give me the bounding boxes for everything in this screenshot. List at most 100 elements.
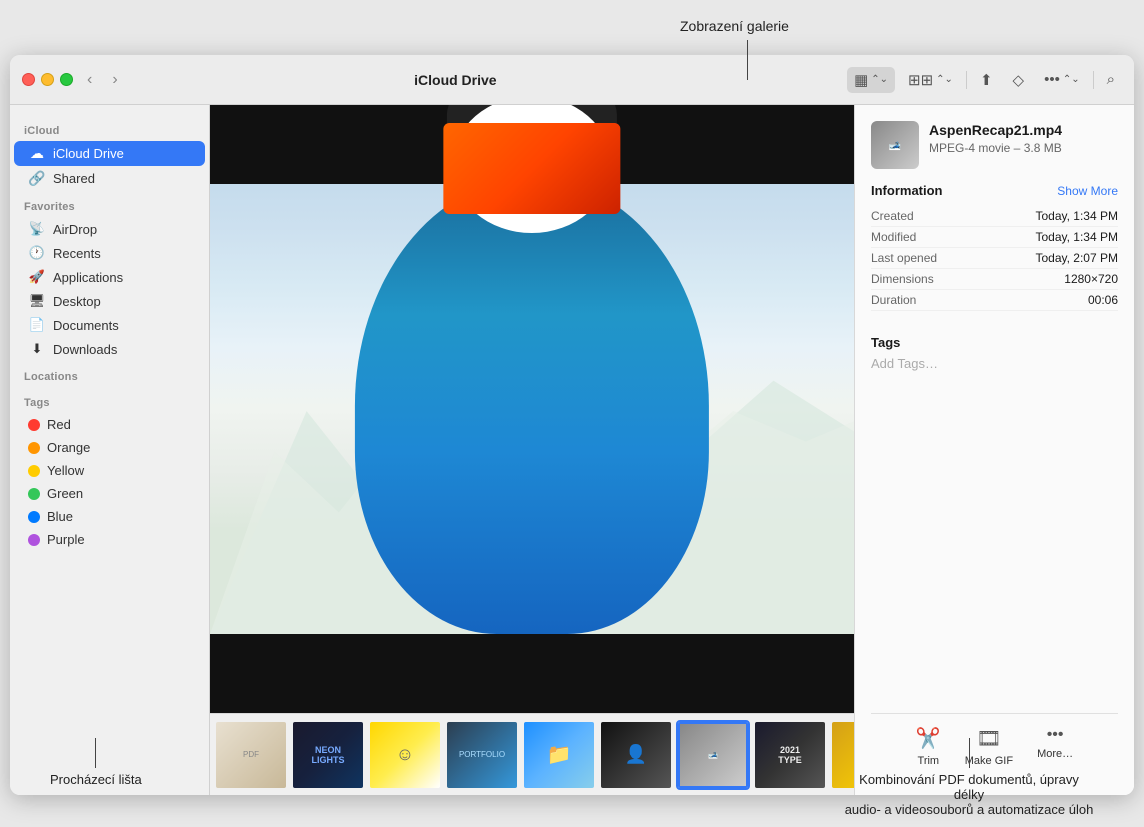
more-icon: ••• bbox=[1044, 71, 1060, 88]
meta-row-modified: Modified Today, 1:34 PM bbox=[871, 227, 1118, 248]
more-actions-button[interactable]: ••• More… bbox=[1037, 726, 1073, 767]
blue-tag-dot bbox=[28, 511, 40, 523]
info-section-header: Information Show More bbox=[871, 183, 1118, 198]
filmstrip-thumb-8[interactable]: 2021TYPE bbox=[753, 720, 827, 790]
icloud-section-label: iCloud bbox=[10, 115, 209, 141]
show-more-button[interactable]: Show More bbox=[1057, 184, 1118, 198]
recents-icon: 🕐 bbox=[28, 245, 46, 261]
locations-section-label: Locations bbox=[10, 361, 209, 387]
more-options-button[interactable]: ••• ⌃⌄ bbox=[1037, 67, 1087, 92]
tags-title: Tags bbox=[871, 335, 1118, 350]
meta-row-last-opened: Last opened Today, 2:07 PM bbox=[871, 248, 1118, 269]
documents-label: Documents bbox=[53, 318, 119, 333]
documents-icon: 📄 bbox=[28, 317, 46, 333]
desktop-label: Desktop bbox=[53, 294, 101, 309]
airdrop-label: AirDrop bbox=[53, 222, 97, 237]
sidebar-item-desktop[interactable]: 🖥 Desktop bbox=[14, 289, 205, 313]
file-thumbnail: 🎿 bbox=[871, 121, 919, 169]
thumb-content-6: 👤 bbox=[601, 722, 671, 788]
finder-window: ‹ › iCloud Drive ▦ ⌃⌄ ⊞⊞ ⌃⌄ ⬆ ◇ ••• ⌃⌄ bbox=[10, 55, 1134, 795]
filmstrip-thumb-6[interactable]: 👤 bbox=[599, 720, 673, 790]
sidebar-item-icloud-drive[interactable]: ☁ iCloud Drive bbox=[14, 141, 205, 166]
tag-item-blue[interactable]: Blue bbox=[14, 505, 205, 528]
filmstrip: PDF NEONLIGHTS ☺ bbox=[210, 713, 854, 795]
tag-item-green[interactable]: Green bbox=[14, 482, 205, 505]
make-gif-button[interactable]: 🎞 Make GIF bbox=[965, 726, 1013, 767]
minimize-button[interactable] bbox=[41, 73, 54, 86]
duration-value: 00:06 bbox=[1088, 293, 1118, 307]
sidebar-item-recents[interactable]: 🕐 Recents bbox=[14, 241, 205, 265]
window-title: iCloud Drive bbox=[72, 72, 839, 88]
tags-section-label: Tags bbox=[10, 387, 209, 413]
green-tag-dot bbox=[28, 488, 40, 500]
orange-tag-dot bbox=[28, 442, 40, 454]
filmstrip-thumb-3[interactable]: ☺ bbox=[368, 720, 442, 790]
sidebar-item-airdrop[interactable]: 📡 AirDrop bbox=[14, 217, 205, 241]
content-area: PDF NEONLIGHTS ☺ bbox=[210, 105, 1134, 795]
meta-row-dimensions: Dimensions 1280×720 bbox=[871, 269, 1118, 290]
tag-item-orange[interactable]: Orange bbox=[14, 436, 205, 459]
inspector-header: 🎿 AspenRecap21.mp4 MPEG-4 movie – 3.8 MB bbox=[871, 121, 1118, 169]
more-actions-icon: ••• bbox=[1047, 726, 1064, 744]
toolbar-divider-2 bbox=[1093, 71, 1094, 89]
sidebar: iCloud ☁ iCloud Drive 🔗 Shared Favorites… bbox=[10, 105, 210, 795]
thumb-content-7: 🎿 bbox=[678, 722, 748, 788]
share-button[interactable]: ⬆ bbox=[973, 67, 1000, 93]
sidebar-item-applications[interactable]: 🚀 Applications bbox=[14, 265, 205, 289]
toolbar-right: ▦ ⌃⌄ ⊞⊞ ⌃⌄ ⬆ ◇ ••• ⌃⌄ ⌕ bbox=[847, 67, 1122, 93]
grid-chevron: ⌃⌄ bbox=[936, 74, 953, 85]
last-opened-label: Last opened bbox=[871, 251, 937, 265]
applications-label: Applications bbox=[53, 270, 123, 285]
icloud-drive-label: iCloud Drive bbox=[53, 146, 124, 161]
grid-view-button[interactable]: ⊞⊞ ⌃⌄ bbox=[901, 67, 960, 93]
search-icon: ⌕ bbox=[1107, 71, 1115, 88]
filmstrip-thumb-9[interactable]: 🏆 bbox=[830, 720, 854, 790]
green-tag-label: Green bbox=[47, 486, 83, 501]
gallery-view-callout-text: Zobrazení galerie bbox=[680, 18, 789, 34]
sidebar-item-shared[interactable]: 🔗 Shared bbox=[14, 166, 205, 191]
tag-item-red[interactable]: Red bbox=[14, 413, 205, 436]
thumb-content-5: 📁 bbox=[524, 722, 594, 788]
filmstrip-thumb-5[interactable]: 📁 bbox=[522, 720, 596, 790]
more-actions-label: More… bbox=[1037, 748, 1073, 760]
filmstrip-thumb-4[interactable]: PORTFOLIO bbox=[445, 720, 519, 790]
toolbar-divider-1 bbox=[966, 71, 967, 89]
search-button[interactable]: ⌕ bbox=[1100, 67, 1122, 92]
tag-item-purple[interactable]: Purple bbox=[14, 528, 205, 551]
modified-label: Modified bbox=[871, 230, 916, 244]
tag-item-yellow[interactable]: Yellow bbox=[14, 459, 205, 482]
gallery-view-button[interactable]: ▦ ⌃⌄ bbox=[847, 67, 895, 93]
modified-value: Today, 1:34 PM bbox=[1036, 230, 1119, 244]
filmstrip-thumb-2[interactable]: NEONLIGHTS bbox=[291, 720, 365, 790]
tags-section: Tags Add Tags… bbox=[871, 335, 1118, 371]
filmstrip-thumb-7[interactable]: 🎿 bbox=[676, 720, 750, 790]
thumb-content-8: 2021TYPE bbox=[755, 722, 825, 788]
trim-button[interactable]: ✂️ Trim bbox=[916, 726, 941, 767]
preview-area bbox=[210, 105, 854, 713]
orange-tag-label: Orange bbox=[47, 440, 90, 455]
sidebar-item-downloads[interactable]: ⬇ Downloads bbox=[14, 337, 205, 361]
tag-button[interactable]: ◇ bbox=[1006, 67, 1032, 93]
filmstrip-thumb-1[interactable]: PDF bbox=[214, 720, 288, 790]
created-label: Created bbox=[871, 209, 914, 223]
main-content: iCloud ☁ iCloud Drive 🔗 Shared Favorites… bbox=[10, 105, 1134, 795]
red-tag-label: Red bbox=[47, 417, 71, 432]
inspector-panel: 🎿 AspenRecap21.mp4 MPEG-4 movie – 3.8 MB… bbox=[854, 105, 1134, 795]
trim-icon: ✂️ bbox=[916, 726, 941, 751]
black-bottom-bar bbox=[210, 634, 854, 713]
dimensions-label: Dimensions bbox=[871, 272, 934, 286]
info-section: Information Show More Created Today, 1:3… bbox=[871, 183, 1118, 311]
file-type: MPEG-4 movie – 3.8 MB bbox=[929, 141, 1118, 155]
sidebar-item-documents[interactable]: 📄 Documents bbox=[14, 313, 205, 337]
grid-icon: ⊞⊞ bbox=[908, 71, 933, 89]
shared-icon: 🔗 bbox=[28, 170, 46, 187]
purple-tag-label: Purple bbox=[47, 532, 85, 547]
yellow-tag-label: Yellow bbox=[47, 463, 84, 478]
add-tags-placeholder[interactable]: Add Tags… bbox=[871, 356, 1118, 371]
recents-label: Recents bbox=[53, 246, 101, 261]
close-button[interactable] bbox=[22, 73, 35, 86]
tag-icon: ◇ bbox=[1013, 71, 1025, 89]
yellow-tag-dot bbox=[28, 465, 40, 477]
skier-goggles bbox=[443, 123, 620, 214]
more-chevron: ⌃⌄ bbox=[1063, 74, 1080, 85]
